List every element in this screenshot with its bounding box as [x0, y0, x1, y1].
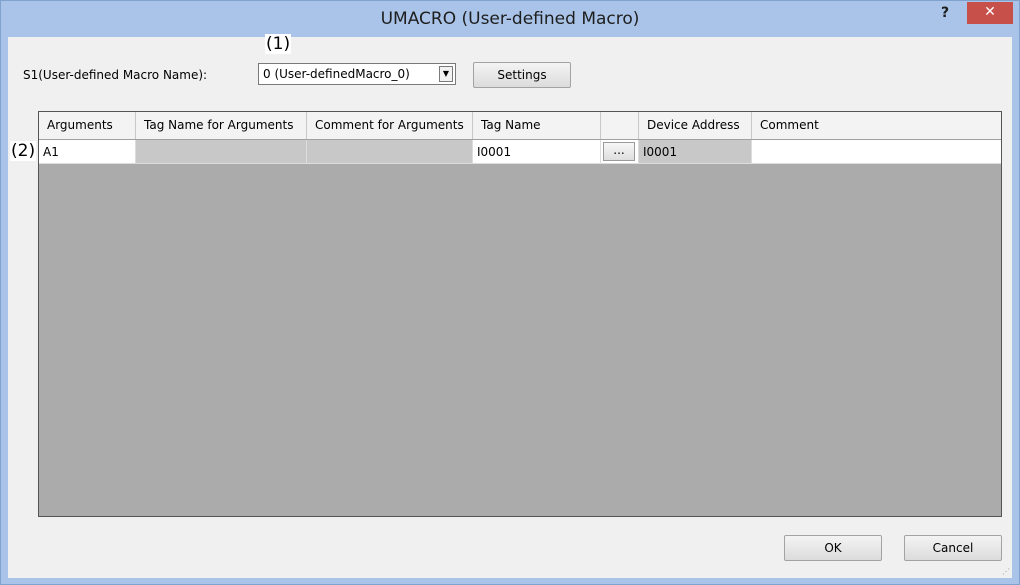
- cancel-button[interactable]: Cancel: [904, 535, 1002, 561]
- header-comment[interactable]: Comment: [752, 112, 1001, 139]
- resize-grip-icon[interactable]: ⋰: [1002, 567, 1010, 576]
- header-comment-for-arguments[interactable]: Comment for Arguments: [307, 112, 473, 139]
- header-tag-name[interactable]: Tag Name: [473, 112, 601, 139]
- browse-button[interactable]: ...: [603, 142, 635, 161]
- header-arguments[interactable]: Arguments: [39, 112, 136, 139]
- cell-tag-name-for-arguments: [136, 140, 307, 164]
- cell-device-address: I0001: [639, 140, 752, 164]
- dialog-window: UMACRO (User-defined Macro) ? ✕ S1(User-…: [0, 0, 1020, 585]
- close-button[interactable]: ✕: [967, 2, 1013, 24]
- help-button[interactable]: ?: [934, 3, 956, 25]
- macro-name-label: S1(User-defined Macro Name):: [23, 68, 208, 82]
- annotation-2: (2): [10, 141, 37, 161]
- dialog-body: S1(User-defined Macro Name): 0 (User-def…: [8, 34, 1012, 578]
- table-row: A1 I0001 ... I0001: [39, 140, 1001, 164]
- table-header: Arguments Tag Name for Arguments Comment…: [39, 112, 1001, 140]
- window-title: UMACRO (User-defined Macro): [380, 9, 640, 29]
- chevron-down-icon[interactable]: ▼: [439, 66, 453, 82]
- title-bar[interactable]: UMACRO (User-defined Macro) ? ✕: [1, 1, 1019, 36]
- cell-browse: ...: [601, 140, 639, 164]
- cell-argument: A1: [39, 140, 136, 164]
- ok-button[interactable]: OK: [784, 535, 882, 561]
- arguments-table: Arguments Tag Name for Arguments Comment…: [38, 111, 1002, 517]
- header-device-address[interactable]: Device Address: [639, 112, 752, 139]
- cell-comment-for-arguments: [307, 140, 473, 164]
- macro-name-dropdown[interactable]: 0 (User-definedMacro_0) ▼: [258, 63, 456, 85]
- header-browse[interactable]: [601, 112, 639, 139]
- annotation-1: (1): [265, 34, 292, 54]
- cell-tag-name[interactable]: I0001: [473, 140, 601, 164]
- cell-comment[interactable]: [752, 140, 1001, 164]
- settings-button[interactable]: Settings: [473, 62, 571, 88]
- header-tag-name-for-arguments[interactable]: Tag Name for Arguments: [136, 112, 307, 139]
- macro-name-selected: 0 (User-definedMacro_0): [263, 67, 410, 81]
